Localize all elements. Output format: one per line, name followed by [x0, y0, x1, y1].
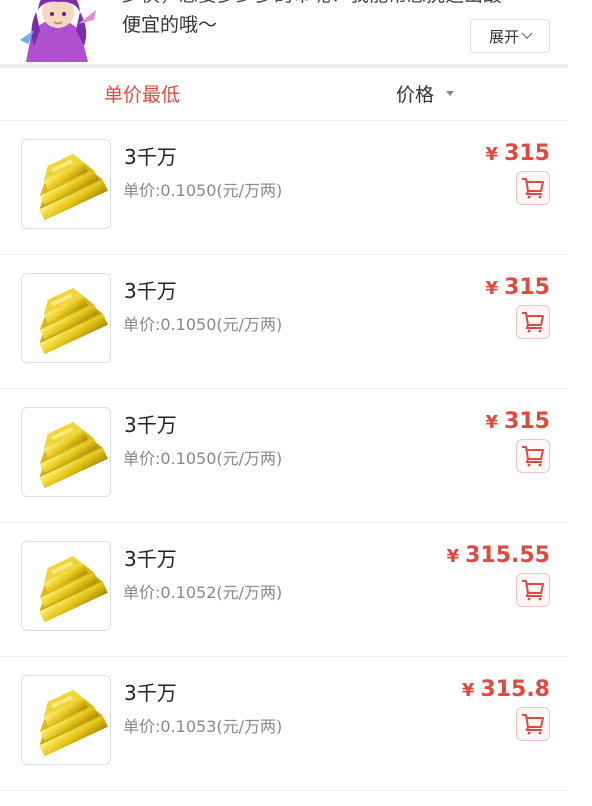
- price-amount: 315: [504, 275, 550, 300]
- price-amount: 315.55: [465, 543, 550, 568]
- currency-symbol: ¥: [485, 412, 499, 433]
- list-item[interactable]: 3千万 单价:0.1052(元/万两) ¥315.55: [0, 523, 568, 657]
- add-to-cart-button[interactable]: [516, 707, 550, 741]
- price-amount: 315: [504, 141, 550, 166]
- add-to-cart-button[interactable]: [516, 171, 550, 205]
- item-title: 3千万: [124, 145, 177, 169]
- item-unit-price: 单价:0.1053(元/万两): [123, 717, 283, 736]
- add-to-cart-button[interactable]: [516, 573, 550, 607]
- item-title: 3千万: [124, 279, 177, 303]
- cart-icon: [522, 312, 544, 333]
- add-to-cart-button[interactable]: [516, 305, 550, 339]
- item-title: 3千万: [124, 413, 177, 437]
- currency-symbol: ¥: [461, 680, 475, 701]
- currency-symbol: ¥: [485, 278, 499, 299]
- price-amount: 315.8: [480, 677, 550, 702]
- item-price: ¥315: [486, 275, 550, 300]
- list-item[interactable]: 3千万 单价:0.1050(元/万两) ¥315: [0, 121, 568, 255]
- item-price: ¥315: [486, 141, 550, 166]
- gold-ingot-icon: [21, 139, 111, 229]
- currency-symbol: ¥: [446, 546, 460, 567]
- product-list: 3千万 单价:0.1050(元/万两) ¥315 3千万 单价:0.1050(元…: [0, 121, 568, 791]
- item-title: 3千万: [124, 681, 177, 705]
- cart-icon: [522, 178, 544, 199]
- item-unit-price: 单价:0.1052(元/万两): [123, 583, 283, 602]
- sort-tab-price[interactable]: 价格: [396, 80, 455, 107]
- assistant-message-line1: 少侠，您要多少多的币呢？我能帮您挑选出最: [122, 0, 562, 10]
- expand-button-label: 展开: [488, 27, 519, 46]
- assistant-avatar: [18, 0, 96, 62]
- item-price: ¥315.8: [462, 677, 550, 702]
- gold-ingot-icon: [21, 407, 111, 497]
- item-unit-price: 单价:0.1050(元/万两): [123, 449, 283, 468]
- price-amount: 315: [504, 409, 550, 434]
- list-item[interactable]: 3千万 单价:0.1053(元/万两) ¥315.8: [0, 657, 568, 791]
- item-title: 3千万: [124, 547, 177, 571]
- gold-ingot-icon: [21, 675, 111, 765]
- cart-icon: [522, 580, 544, 601]
- item-price: ¥315: [486, 409, 550, 434]
- add-to-cart-button[interactable]: [516, 439, 550, 473]
- gold-ingot-icon: [21, 541, 111, 631]
- cart-icon: [522, 446, 544, 467]
- item-unit-price: 单价:0.1050(元/万两): [123, 315, 283, 334]
- list-item[interactable]: 3千万 单价:0.1050(元/万两) ¥315: [0, 255, 568, 389]
- assistant-banner: 少侠，您要多少多的币呢？我能帮您挑选出最 便宜的哦～ 展开: [0, 0, 568, 68]
- item-unit-price: 单价:0.1050(元/万两): [123, 181, 283, 200]
- gold-ingot-icon: [21, 273, 111, 363]
- cart-icon: [522, 714, 544, 735]
- list-item[interactable]: 3千万 单价:0.1050(元/万两) ¥315: [0, 389, 568, 523]
- caret-down-icon: [446, 91, 455, 96]
- sort-bar: 单价最低 价格: [0, 68, 568, 121]
- chevron-down-icon: [521, 27, 533, 39]
- item-price: ¥315.55: [447, 543, 550, 568]
- page: 少侠，您要多少多的币呢？我能帮您挑选出最 便宜的哦～ 展开 单价最低 价格: [0, 0, 592, 806]
- expand-button[interactable]: 展开: [470, 19, 550, 53]
- currency-symbol: ¥: [485, 144, 499, 165]
- sort-tab-price-label: 价格: [396, 84, 435, 106]
- sort-tab-lowest-unit-price[interactable]: 单价最低: [104, 80, 180, 107]
